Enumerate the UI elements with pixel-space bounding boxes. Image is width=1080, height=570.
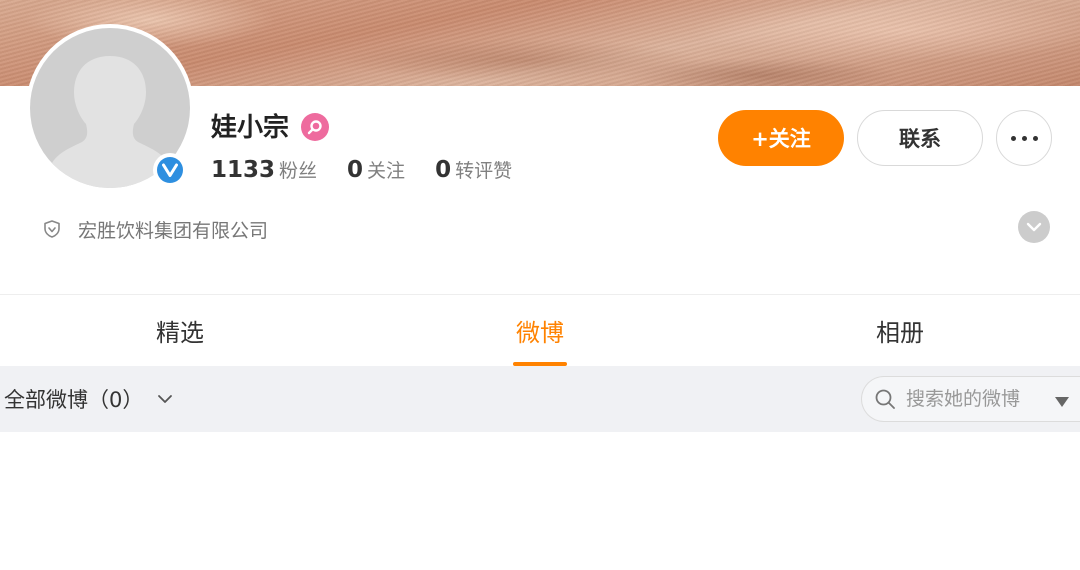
tab-album[interactable]: 相册 xyxy=(720,295,1080,365)
search-posts-box[interactable] xyxy=(861,376,1080,422)
profile-name: 娃小宗 xyxy=(211,113,290,143)
search-input[interactable] xyxy=(906,388,1034,410)
follow-button[interactable]: +关注 xyxy=(718,110,844,166)
more-dots-icon xyxy=(1010,135,1016,141)
tab-weibo[interactable]: 微博 xyxy=(360,295,720,365)
company-verification: 宏胜饮料集团有限公司 xyxy=(42,212,268,246)
more-options-button[interactable] xyxy=(996,110,1052,166)
followers-label[interactable]: 粉丝 xyxy=(279,156,317,183)
interactions-label: 转评赞 xyxy=(455,160,513,182)
contact-button[interactable]: 联系 xyxy=(857,110,983,166)
interactions-count: 0 xyxy=(435,157,452,183)
chevron-down-icon xyxy=(1026,222,1042,232)
search-scope-dropdown-icon[interactable] xyxy=(1054,393,1070,412)
search-icon xyxy=(874,388,896,410)
tab-featured[interactable]: 精选 xyxy=(0,295,360,365)
level-badge-icon[interactable] xyxy=(301,113,329,141)
post-filter-dropdown[interactable]: 全部微博（0） xyxy=(4,366,173,432)
verified-v-icon xyxy=(153,153,187,187)
following-label[interactable]: 关注 xyxy=(367,156,405,183)
following-count[interactable]: 0 xyxy=(347,157,363,183)
company-name: 宏胜饮料集团有限公司 xyxy=(78,219,269,242)
post-filter-label: 全部微博（0） xyxy=(4,388,144,412)
shield-icon xyxy=(42,219,62,239)
profile-tabs: 精选 微博 相册 xyxy=(0,295,1080,365)
followers-count[interactable]: 1133 xyxy=(211,157,275,183)
profile-stats: 1133 粉丝 0 关注 0 转评赞 xyxy=(211,156,542,192)
expand-profile-button[interactable] xyxy=(1018,211,1050,243)
chevron-down-icon xyxy=(157,394,173,404)
